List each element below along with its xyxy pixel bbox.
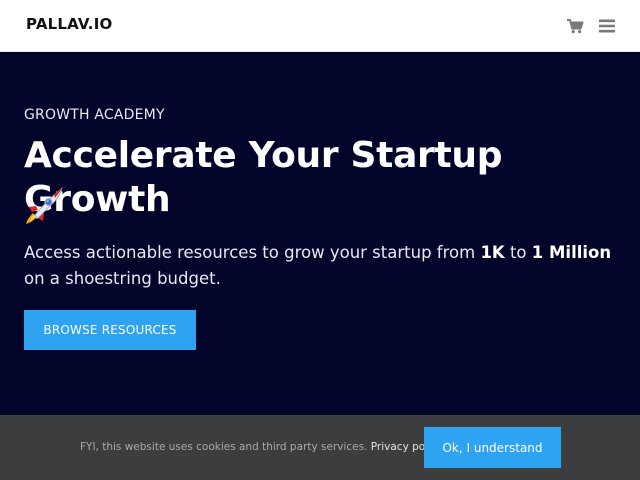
cart-icon[interactable] — [566, 17, 584, 35]
browse-resources-button[interactable]: BROWSE RESOURCES — [24, 310, 196, 350]
cookie-banner: FYI, this website uses cookies and third… — [0, 415, 640, 480]
hamburger-menu-icon[interactable] — [598, 17, 616, 35]
hero-eyebrow: GROWTH ACADEMY — [24, 107, 165, 123]
hero-headline: Accelerate Your Startup Growth — [24, 135, 503, 220]
site-logo[interactable]: PALLAV.IO — [26, 15, 112, 33]
site-header: PALLAV.IO — [0, 0, 640, 52]
cookie-notice-text: FYI, this website uses cookies and third… — [80, 441, 445, 453]
accept-cookies-button[interactable]: Ok, I understand — [424, 427, 561, 468]
hero-description: Access actionable resources to grow your… — [24, 243, 612, 288]
rocket-emoji-icon — [26, 186, 63, 224]
